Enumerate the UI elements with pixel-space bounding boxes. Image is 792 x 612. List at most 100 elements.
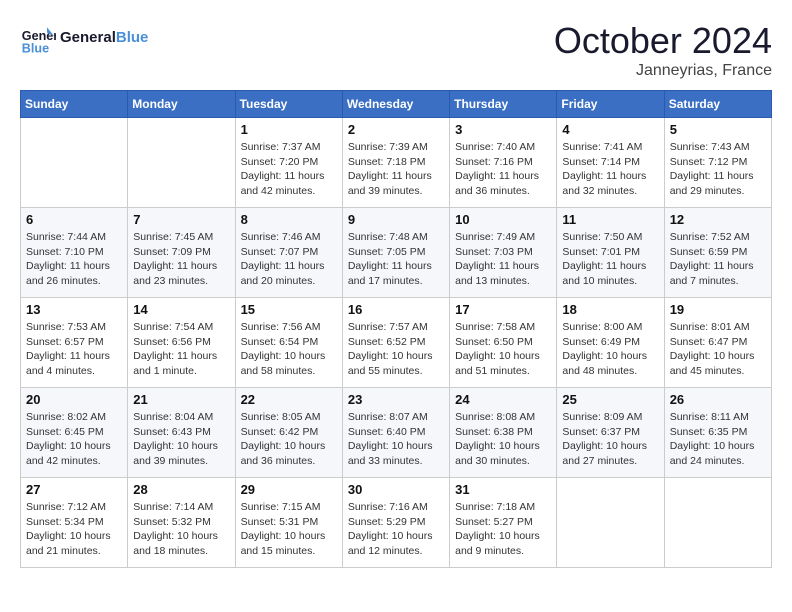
- day-number: 21: [133, 392, 229, 407]
- calendar-cell: 31 Sunrise: 7:18 AMSunset: 5:27 PMDayligh…: [450, 478, 557, 568]
- day-info: Sunrise: 7:14 AMSunset: 5:32 PMDaylight:…: [133, 500, 229, 559]
- logo: General Blue GeneralBlue: [20, 20, 148, 56]
- day-info: Sunrise: 7:37 AMSunset: 7:20 PMDaylight:…: [241, 140, 337, 199]
- calendar-cell: 9 Sunrise: 7:48 AMSunset: 7:05 PMDaylight…: [342, 208, 449, 298]
- day-number: 23: [348, 392, 444, 407]
- day-number: 24: [455, 392, 551, 407]
- calendar-cell: 23 Sunrise: 8:07 AMSunset: 6:40 PMDayligh…: [342, 388, 449, 478]
- day-number: 30: [348, 482, 444, 497]
- day-info: Sunrise: 8:07 AMSunset: 6:40 PMDaylight:…: [348, 410, 444, 469]
- day-number: 11: [562, 212, 658, 227]
- calendar-cell: 24 Sunrise: 8:08 AMSunset: 6:38 PMDayligh…: [450, 388, 557, 478]
- calendar-cell: 10Sunrise: 7:49 AMSunset: 7:03 PMDayligh…: [450, 208, 557, 298]
- calendar-week-1: 1 Sunrise: 7:37 AMSunset: 7:20 PMDaylight…: [21, 118, 772, 208]
- calendar-cell: 21 Sunrise: 8:04 AMSunset: 6:43 PMDayligh…: [128, 388, 235, 478]
- calendar-cell: 28 Sunrise: 7:14 AMSunset: 5:32 PMDayligh…: [128, 478, 235, 568]
- calendar-cell: 15 Sunrise: 7:56 AMSunset: 6:54 PMDayligh…: [235, 298, 342, 388]
- calendar-cell: 25Sunrise: 8:09 AMSunset: 6:37 PMDayligh…: [557, 388, 664, 478]
- day-number: 8: [241, 212, 337, 227]
- day-info: Sunrise: 7:18 AMSunset: 5:27 PMDaylight:…: [455, 500, 551, 559]
- weekday-header-row: SundayMondayTuesdayWednesdayThursdayFrid…: [21, 91, 772, 118]
- day-info: Sunrise: 7:54 AMSunset: 6:56 PMDaylight:…: [133, 320, 229, 379]
- day-info: Sunrise: 7:57 AMSunset: 6:52 PMDaylight:…: [348, 320, 444, 379]
- calendar-cell: 18 Sunrise: 8:00 AMSunset: 6:49 PMDayligh…: [557, 298, 664, 388]
- logo-general: General: [60, 29, 116, 46]
- logo-blue: Blue: [116, 29, 149, 46]
- calendar-cell: [557, 478, 664, 568]
- day-number: 13: [26, 302, 122, 317]
- day-info: Sunrise: 8:01 AMSunset: 6:47 PMDaylight:…: [670, 320, 766, 379]
- day-info: Sunrise: 8:00 AMSunset: 6:49 PMDaylight:…: [562, 320, 658, 379]
- day-info: Sunrise: 7:50 AMSunset: 7:01 PMDaylight:…: [562, 230, 658, 289]
- calendar-week-4: 20 Sunrise: 8:02 AMSunset: 6:45 PMDayligh…: [21, 388, 772, 478]
- day-number: 12: [670, 212, 766, 227]
- calendar-cell: 8 Sunrise: 7:46 AMSunset: 7:07 PMDaylight…: [235, 208, 342, 298]
- calendar-table: SundayMondayTuesdayWednesdayThursdayFrid…: [20, 90, 772, 568]
- day-info: Sunrise: 8:04 AMSunset: 6:43 PMDaylight:…: [133, 410, 229, 469]
- day-number: 9: [348, 212, 444, 227]
- calendar-cell: 29Sunrise: 7:15 AMSunset: 5:31 PMDayligh…: [235, 478, 342, 568]
- weekday-header-friday: Friday: [557, 91, 664, 118]
- calendar-cell: 3Sunrise: 7:40 AMSunset: 7:16 PMDaylight…: [450, 118, 557, 208]
- weekday-header-tuesday: Tuesday: [235, 91, 342, 118]
- weekday-header-thursday: Thursday: [450, 91, 557, 118]
- day-info: Sunrise: 8:09 AMSunset: 6:37 PMDaylight:…: [562, 410, 658, 469]
- day-info: Sunrise: 7:44 AMSunset: 7:10 PMDaylight:…: [26, 230, 122, 289]
- calendar-cell: 19 Sunrise: 8:01 AMSunset: 6:47 PMDayligh…: [664, 298, 771, 388]
- day-number: 31: [455, 482, 551, 497]
- day-number: 5: [670, 122, 766, 137]
- month-title: October 2024: [554, 20, 772, 62]
- calendar-cell: 14 Sunrise: 7:54 AMSunset: 6:56 PMDayligh…: [128, 298, 235, 388]
- day-info: Sunrise: 7:52 AMSunset: 6:59 PMDaylight:…: [670, 230, 766, 289]
- calendar-cell: 17 Sunrise: 7:58 AMSunset: 6:50 PMDayligh…: [450, 298, 557, 388]
- day-number: 28: [133, 482, 229, 497]
- page-header: General Blue GeneralBlue October 2024 Ja…: [20, 20, 772, 80]
- calendar-cell: [21, 118, 128, 208]
- day-info: Sunrise: 8:08 AMSunset: 6:38 PMDaylight:…: [455, 410, 551, 469]
- day-number: 14: [133, 302, 229, 317]
- location: Janneyrias, France: [554, 62, 772, 80]
- svg-text:Blue: Blue: [22, 41, 49, 55]
- logo-icon: General Blue: [20, 20, 56, 56]
- day-info: Sunrise: 7:40 AMSunset: 7:16 PMDaylight:…: [455, 140, 551, 199]
- day-info: Sunrise: 7:56 AMSunset: 6:54 PMDaylight:…: [241, 320, 337, 379]
- calendar-cell: 26Sunrise: 8:11 AMSunset: 6:35 PMDayligh…: [664, 388, 771, 478]
- day-number: 15: [241, 302, 337, 317]
- calendar-cell: 16Sunrise: 7:57 AMSunset: 6:52 PMDayligh…: [342, 298, 449, 388]
- calendar-cell: 27Sunrise: 7:12 AMSunset: 5:34 PMDayligh…: [21, 478, 128, 568]
- day-number: 20: [26, 392, 122, 407]
- calendar-cell: [128, 118, 235, 208]
- calendar-week-2: 6 Sunrise: 7:44 AMSunset: 7:10 PMDaylight…: [21, 208, 772, 298]
- weekday-header-saturday: Saturday: [664, 91, 771, 118]
- weekday-header-sunday: Sunday: [21, 91, 128, 118]
- day-info: Sunrise: 7:12 AMSunset: 5:34 PMDaylight:…: [26, 500, 122, 559]
- calendar-cell: 5Sunrise: 7:43 AMSunset: 7:12 PMDaylight…: [664, 118, 771, 208]
- day-info: Sunrise: 7:41 AMSunset: 7:14 PMDaylight:…: [562, 140, 658, 199]
- day-info: Sunrise: 7:46 AMSunset: 7:07 PMDaylight:…: [241, 230, 337, 289]
- day-number: 6: [26, 212, 122, 227]
- day-info: Sunrise: 7:45 AMSunset: 7:09 PMDaylight:…: [133, 230, 229, 289]
- calendar-cell: 11 Sunrise: 7:50 AMSunset: 7:01 PMDayligh…: [557, 208, 664, 298]
- day-number: 1: [241, 122, 337, 137]
- calendar-cell: 1 Sunrise: 7:37 AMSunset: 7:20 PMDaylight…: [235, 118, 342, 208]
- day-number: 19: [670, 302, 766, 317]
- calendar-cell: 7Sunrise: 7:45 AMSunset: 7:09 PMDaylight…: [128, 208, 235, 298]
- calendar-cell: 4 Sunrise: 7:41 AMSunset: 7:14 PMDaylight…: [557, 118, 664, 208]
- day-info: Sunrise: 8:11 AMSunset: 6:35 PMDaylight:…: [670, 410, 766, 469]
- calendar-cell: 30 Sunrise: 7:16 AMSunset: 5:29 PMDayligh…: [342, 478, 449, 568]
- calendar-cell: 12 Sunrise: 7:52 AMSunset: 6:59 PMDayligh…: [664, 208, 771, 298]
- day-info: Sunrise: 7:58 AMSunset: 6:50 PMDaylight:…: [455, 320, 551, 379]
- weekday-header-monday: Monday: [128, 91, 235, 118]
- day-info: Sunrise: 7:48 AMSunset: 7:05 PMDaylight:…: [348, 230, 444, 289]
- day-number: 4: [562, 122, 658, 137]
- title-block: October 2024 Janneyrias, France: [554, 20, 772, 80]
- day-info: Sunrise: 8:02 AMSunset: 6:45 PMDaylight:…: [26, 410, 122, 469]
- calendar-cell: 22Sunrise: 8:05 AMSunset: 6:42 PMDayligh…: [235, 388, 342, 478]
- day-info: Sunrise: 7:39 AMSunset: 7:18 PMDaylight:…: [348, 140, 444, 199]
- day-number: 18: [562, 302, 658, 317]
- day-info: Sunrise: 7:15 AMSunset: 5:31 PMDaylight:…: [241, 500, 337, 559]
- day-info: Sunrise: 7:16 AMSunset: 5:29 PMDaylight:…: [348, 500, 444, 559]
- day-number: 17: [455, 302, 551, 317]
- calendar-cell: [664, 478, 771, 568]
- day-number: 2: [348, 122, 444, 137]
